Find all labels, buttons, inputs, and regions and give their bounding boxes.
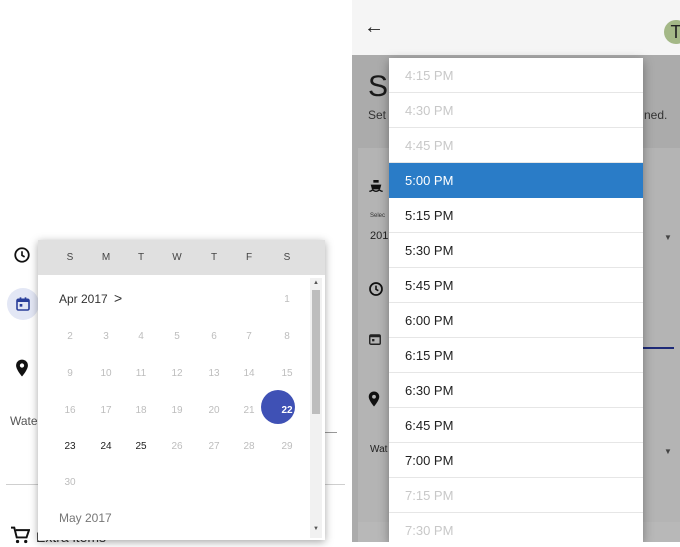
date-field-underline	[642, 347, 674, 349]
calendar-day: 21	[243, 405, 255, 416]
clock-icon	[368, 281, 384, 302]
time-option[interactable]: 6:45 PM	[389, 408, 643, 443]
time-option: 7:15 PM	[389, 478, 643, 513]
calendar-day: 9	[67, 368, 73, 379]
weekday-label: F	[245, 252, 253, 263]
ship-icon	[368, 178, 384, 199]
time-option[interactable]: 6:15 PM	[389, 338, 643, 373]
time-option[interactable]: 5:15 PM	[389, 198, 643, 233]
weekday-header: S M T W T F S	[38, 240, 325, 275]
time-select-menu: 4:15 PM 4:30 PM 4:45 PM 5:00 PM 5:15 PM 5:30 …	[389, 58, 643, 542]
weekday-label: T	[137, 252, 145, 263]
calendar-day[interactable]: 24	[91, 441, 121, 452]
time-option[interactable]: 5:30 PM	[389, 233, 643, 268]
calendar-day: 15	[281, 368, 293, 379]
calendar-day: 10	[100, 368, 112, 379]
clock-icon	[10, 243, 34, 267]
time-option: 7:30 PM	[389, 513, 643, 542]
calendar-day: 27	[208, 441, 220, 452]
avatar[interactable]: T	[664, 20, 680, 44]
calendar-day: 12	[171, 368, 183, 379]
calendar-day: 17	[100, 405, 112, 416]
calendar-day: 1	[284, 294, 290, 305]
date-picker-popup: S M T W T F S Apr 2017 > 1 2 3 4 5 6 7 8 9 10 11 12…	[38, 240, 325, 540]
calendar-scrollbar-thumb[interactable]	[312, 290, 320, 414]
calendar-day: 26	[171, 441, 183, 452]
calendar-day: 7	[246, 331, 252, 342]
divider	[6, 484, 40, 485]
calendar-day: 20	[208, 405, 220, 416]
select-label: Selec	[370, 213, 386, 219]
location-pin-icon	[368, 391, 380, 412]
weekday-label: M	[101, 252, 111, 263]
right-screen: ← T So Set ned. Selec 201 ▼ Wat ▼ 4:15 P…	[352, 0, 680, 542]
calendar-day: 4	[138, 331, 144, 342]
scroll-up-icon[interactable]: ▲	[313, 280, 319, 286]
calendar-day: 19	[171, 405, 183, 416]
calendar-day[interactable]: 25	[126, 441, 156, 452]
location-pin-icon	[10, 356, 34, 380]
app-bar: ← T	[352, 0, 680, 55]
calendar-day-selected[interactable]: 22	[272, 405, 302, 416]
water-label: Wate	[10, 414, 38, 428]
calendar-day: 6	[211, 331, 217, 342]
calendar-day: 14	[243, 368, 255, 379]
water-field-label: Wat	[370, 444, 388, 455]
chevron-right-icon: >	[114, 290, 123, 306]
month-title: Apr 2017	[59, 292, 108, 306]
calendar-icon	[368, 332, 382, 351]
left-screen: Wate Extra items S M T W T F S Apr 2017 …	[0, 0, 345, 545]
time-option: 4:30 PM	[389, 93, 643, 128]
calendar-day: 3	[103, 331, 109, 342]
calendar-day: 18	[135, 405, 147, 416]
calendar-day: 11	[135, 368, 147, 379]
dropdown-caret-icon[interactable]: ▼	[664, 233, 672, 242]
dropdown-caret-icon[interactable]: ▼	[664, 447, 672, 456]
divider	[325, 432, 337, 433]
calendar-icon[interactable]	[7, 288, 39, 320]
weekday-label: S	[66, 252, 74, 263]
page-subtitle: Set	[368, 108, 387, 122]
weekday-label: T	[210, 252, 218, 263]
time-option[interactable]: 7:00 PM	[389, 443, 643, 478]
calendar-day: 5	[174, 331, 180, 342]
time-option: 4:15 PM	[389, 58, 643, 93]
time-option: 4:45 PM	[389, 128, 643, 163]
next-month-title: May 2017	[59, 511, 112, 525]
calendar-day: 16	[64, 405, 76, 416]
cart-icon	[10, 526, 31, 547]
scroll-down-icon[interactable]: ▼	[313, 526, 319, 532]
weekday-label: S	[283, 252, 291, 263]
calendar-day: 2	[67, 331, 73, 342]
month-header[interactable]: Apr 2017 >	[59, 290, 122, 306]
calendar-day: 8	[284, 331, 290, 342]
calendar-day: 29	[281, 441, 293, 452]
time-option[interactable]: 5:45 PM	[389, 268, 643, 303]
arrow-left-icon[interactable]: ←	[364, 16, 384, 39]
year-value: 201	[370, 230, 389, 242]
time-option[interactable]: 6:30 PM	[389, 373, 643, 408]
calendar-day: 30	[64, 477, 76, 488]
page-subtitle-end: ned.	[644, 108, 668, 122]
divider	[325, 484, 345, 485]
calendar-day[interactable]: 23	[55, 441, 85, 452]
calendar-day: 13	[208, 368, 220, 379]
time-option[interactable]: 6:00 PM	[389, 303, 643, 338]
weekday-label: W	[172, 252, 182, 263]
time-option-selected[interactable]: 5:00 PM	[389, 163, 643, 198]
calendar-day: 28	[243, 441, 255, 452]
